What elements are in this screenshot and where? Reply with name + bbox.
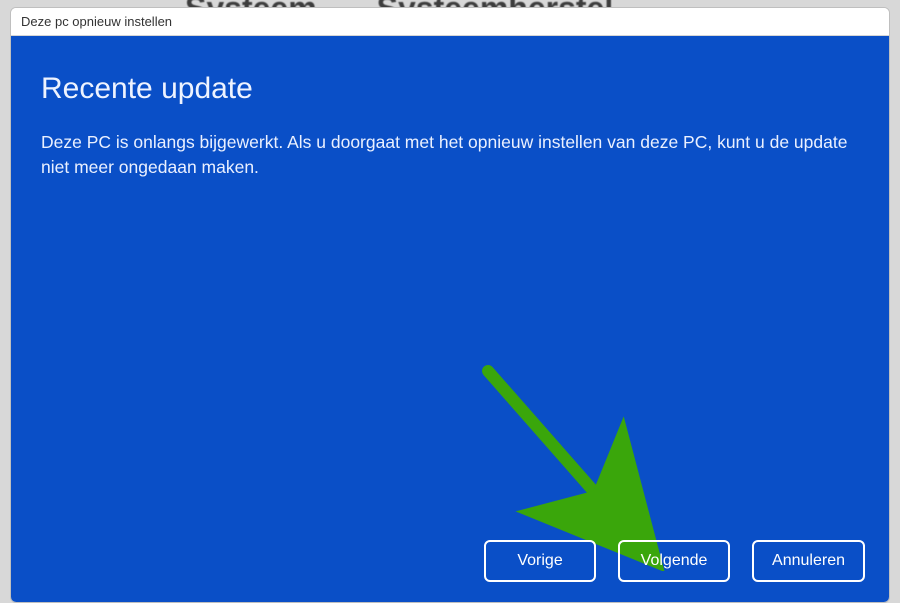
previous-button[interactable]: Vorige bbox=[484, 540, 596, 582]
dialog-body-text: Deze PC is onlangs bijgewerkt. Als u doo… bbox=[41, 130, 859, 181]
reset-pc-window: Deze pc opnieuw instellen Recente update… bbox=[10, 7, 890, 603]
dialog-content: Recente update Deze PC is onlangs bijgew… bbox=[11, 36, 889, 602]
dialog-heading: Recente update bbox=[41, 72, 859, 106]
cancel-button[interactable]: Annuleren bbox=[752, 540, 865, 582]
window-title: Deze pc opnieuw instellen bbox=[21, 14, 172, 29]
dialog-button-row: Vorige Volgende Annuleren bbox=[484, 540, 865, 582]
window-titlebar[interactable]: Deze pc opnieuw instellen bbox=[11, 8, 889, 36]
next-button[interactable]: Volgende bbox=[618, 540, 730, 582]
